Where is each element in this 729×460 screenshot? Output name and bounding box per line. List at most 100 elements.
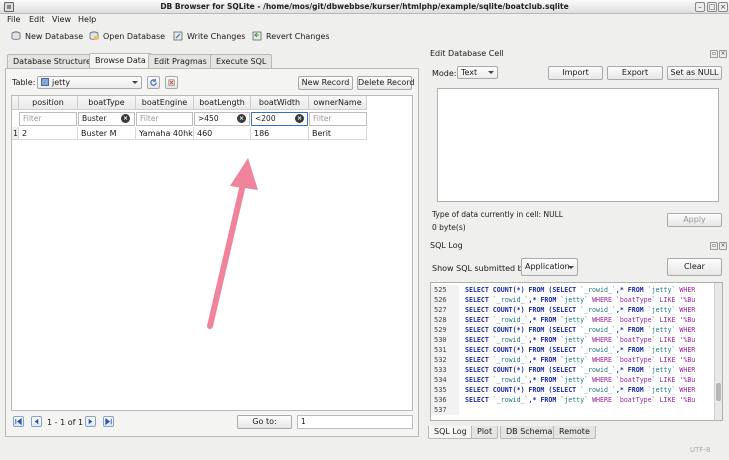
export-button[interactable]: Export bbox=[607, 66, 663, 80]
clear-filter-icon[interactable]: × bbox=[237, 114, 246, 123]
log-token: `_rowid_` bbox=[492, 336, 529, 344]
close-dock-icon[interactable]: × bbox=[719, 50, 727, 58]
last-page-button[interactable] bbox=[103, 416, 114, 427]
table-cell[interactable]: Yamaha 40hk bbox=[136, 127, 194, 140]
tab-database-structure[interactable]: Database Structure bbox=[7, 54, 97, 68]
log-line-number: 527 bbox=[431, 305, 459, 315]
tab-remote[interactable]: Remote bbox=[553, 426, 596, 439]
filter-input-ownername[interactable]: Filter bbox=[309, 112, 367, 126]
chevron-down-icon bbox=[132, 81, 138, 84]
import-button[interactable]: Import bbox=[548, 66, 603, 80]
mode-select[interactable]: Text bbox=[457, 66, 498, 79]
apply-button[interactable]: Apply bbox=[667, 213, 722, 227]
log-token: ,* FROM bbox=[615, 306, 648, 314]
table-label: Table: bbox=[12, 78, 36, 87]
log-token: SELECT COUNT(*) FROM (SELECT bbox=[465, 306, 581, 314]
next-page-icon bbox=[88, 418, 93, 425]
revert-changes-button[interactable]: Revert Changes bbox=[252, 29, 330, 45]
log-token: WHERE `boatType` LIKE '%Bu bbox=[588, 296, 696, 304]
write-changes-button[interactable]: Write Changes bbox=[173, 29, 245, 45]
float-dock-icon[interactable]: ▫ bbox=[710, 50, 718, 58]
table-cell[interactable]: 2 bbox=[19, 127, 78, 140]
goto-input[interactable]: 1 bbox=[297, 415, 413, 429]
column-header-ownername[interactable]: ownerName bbox=[309, 96, 367, 110]
open-database-label: Open Database bbox=[103, 32, 166, 41]
table-cell[interactable]: 186 bbox=[251, 127, 309, 140]
table-cell[interactable]: Berit bbox=[309, 127, 367, 140]
log-token: `_rowid_` bbox=[580, 326, 616, 334]
window-title: DB Browser for SQLite - /home/mos/git/db… bbox=[160, 2, 569, 11]
set-null-button[interactable]: Set as NULL bbox=[667, 66, 722, 80]
clear-filter-icon[interactable]: × bbox=[121, 114, 130, 123]
menu-view[interactable]: View bbox=[52, 14, 71, 26]
clear-log-button[interactable]: Clear bbox=[667, 258, 722, 276]
log-token: `jetty` bbox=[647, 366, 676, 374]
column-header-boatwidth[interactable]: boatWidth bbox=[251, 96, 309, 110]
new-database-button[interactable]: New Database bbox=[11, 29, 83, 45]
previous-page-button[interactable] bbox=[31, 416, 42, 427]
sql-log-scrollbar[interactable] bbox=[714, 283, 722, 420]
log-line-number: 529 bbox=[431, 325, 459, 335]
new-database-icon bbox=[11, 31, 21, 40]
show-sql-select[interactable]: Application bbox=[521, 258, 578, 276]
close-dock-icon[interactable]: × bbox=[719, 242, 727, 250]
log-token: WHERE `boatType` LIKE '%Bu bbox=[588, 396, 696, 404]
filter-input-position[interactable]: Filter bbox=[19, 112, 77, 126]
log-line-code: SELECT `_rowid_`,* FROM `jetty` WHERE `b… bbox=[465, 335, 711, 345]
menu-edit[interactable]: Edit bbox=[29, 14, 45, 26]
previous-page-icon bbox=[34, 418, 39, 425]
open-database-icon bbox=[89, 31, 99, 40]
log-token: `_rowid_` bbox=[580, 306, 616, 314]
close-icon[interactable]: × bbox=[718, 2, 728, 12]
clear-filters-button[interactable] bbox=[165, 76, 178, 89]
tab-execute-sql[interactable]: Execute SQL bbox=[210, 54, 273, 68]
tab-plot[interactable]: Plot bbox=[471, 426, 499, 439]
refresh-button[interactable] bbox=[147, 76, 160, 89]
minimize-icon[interactable]: – bbox=[695, 2, 705, 12]
log-token: WHER bbox=[675, 306, 696, 314]
table-select[interactable]: jetty bbox=[37, 76, 142, 89]
log-line-code: SELECT `_rowid_`,* FROM `jetty` WHERE `b… bbox=[465, 375, 711, 385]
log-line-number: 535 bbox=[431, 385, 459, 395]
table-cell[interactable]: 460 bbox=[194, 127, 251, 140]
clear-filter-icon[interactable]: × bbox=[295, 114, 304, 123]
open-database-button[interactable]: Open Database bbox=[89, 29, 165, 45]
log-line-number: 534 bbox=[431, 375, 459, 385]
sql-log-view[interactable]: 525 SELECT COUNT(*) FROM (SELECT `_rowid_… bbox=[430, 282, 723, 421]
log-token: SELECT bbox=[465, 316, 493, 324]
scrollbar-thumb[interactable] bbox=[716, 383, 721, 401]
column-header-boattype[interactable]: boatType bbox=[78, 96, 136, 110]
tab-edit-pragmas[interactable]: Edit Pragmas bbox=[148, 54, 213, 68]
tab-sql-log[interactable]: SQL Log bbox=[428, 426, 473, 439]
tab-db-schema[interactable]: DB Schema bbox=[500, 426, 559, 439]
new-record-button[interactable]: New Record bbox=[298, 76, 353, 90]
first-page-button[interactable] bbox=[13, 416, 24, 427]
refresh-icon bbox=[150, 78, 157, 86]
log-line-number: 533 bbox=[431, 365, 459, 375]
menu-file[interactable]: File bbox=[7, 14, 20, 26]
delete-record-button[interactable]: Delete Record bbox=[357, 76, 414, 90]
filter-input-boatengine[interactable]: Filter bbox=[136, 112, 193, 126]
maximize-icon[interactable]: □ bbox=[707, 2, 717, 12]
menu-help[interactable]: Help bbox=[78, 14, 96, 26]
float-dock-icon[interactable]: ▫ bbox=[710, 242, 718, 250]
log-line-number: 526 bbox=[431, 295, 459, 305]
log-token: `_rowid_` bbox=[580, 386, 616, 394]
log-token: `_rowid_` bbox=[580, 286, 616, 294]
log-token: `_rowid_` bbox=[492, 296, 529, 304]
row-number[interactable]: 1 bbox=[12, 127, 19, 140]
column-header-boatlength[interactable]: boatLength bbox=[194, 96, 251, 110]
column-header-position[interactable]: position bbox=[19, 96, 78, 110]
log-token: `jetty` bbox=[647, 326, 676, 334]
tab-browse-data[interactable]: Browse Data bbox=[89, 53, 152, 68]
chevron-down-icon bbox=[568, 266, 574, 269]
table-cell[interactable]: Buster M bbox=[78, 127, 136, 140]
new-database-label: New Database bbox=[25, 32, 84, 41]
next-page-button[interactable] bbox=[85, 416, 96, 427]
log-token: `jetty` bbox=[647, 286, 676, 294]
goto-button[interactable]: Go to: bbox=[237, 415, 292, 429]
cell-editor[interactable] bbox=[437, 88, 719, 202]
log-token: `_rowid_` bbox=[492, 396, 529, 404]
column-header-boatengine[interactable]: boatEngine bbox=[136, 96, 194, 110]
log-token: `jetty` bbox=[647, 306, 676, 314]
